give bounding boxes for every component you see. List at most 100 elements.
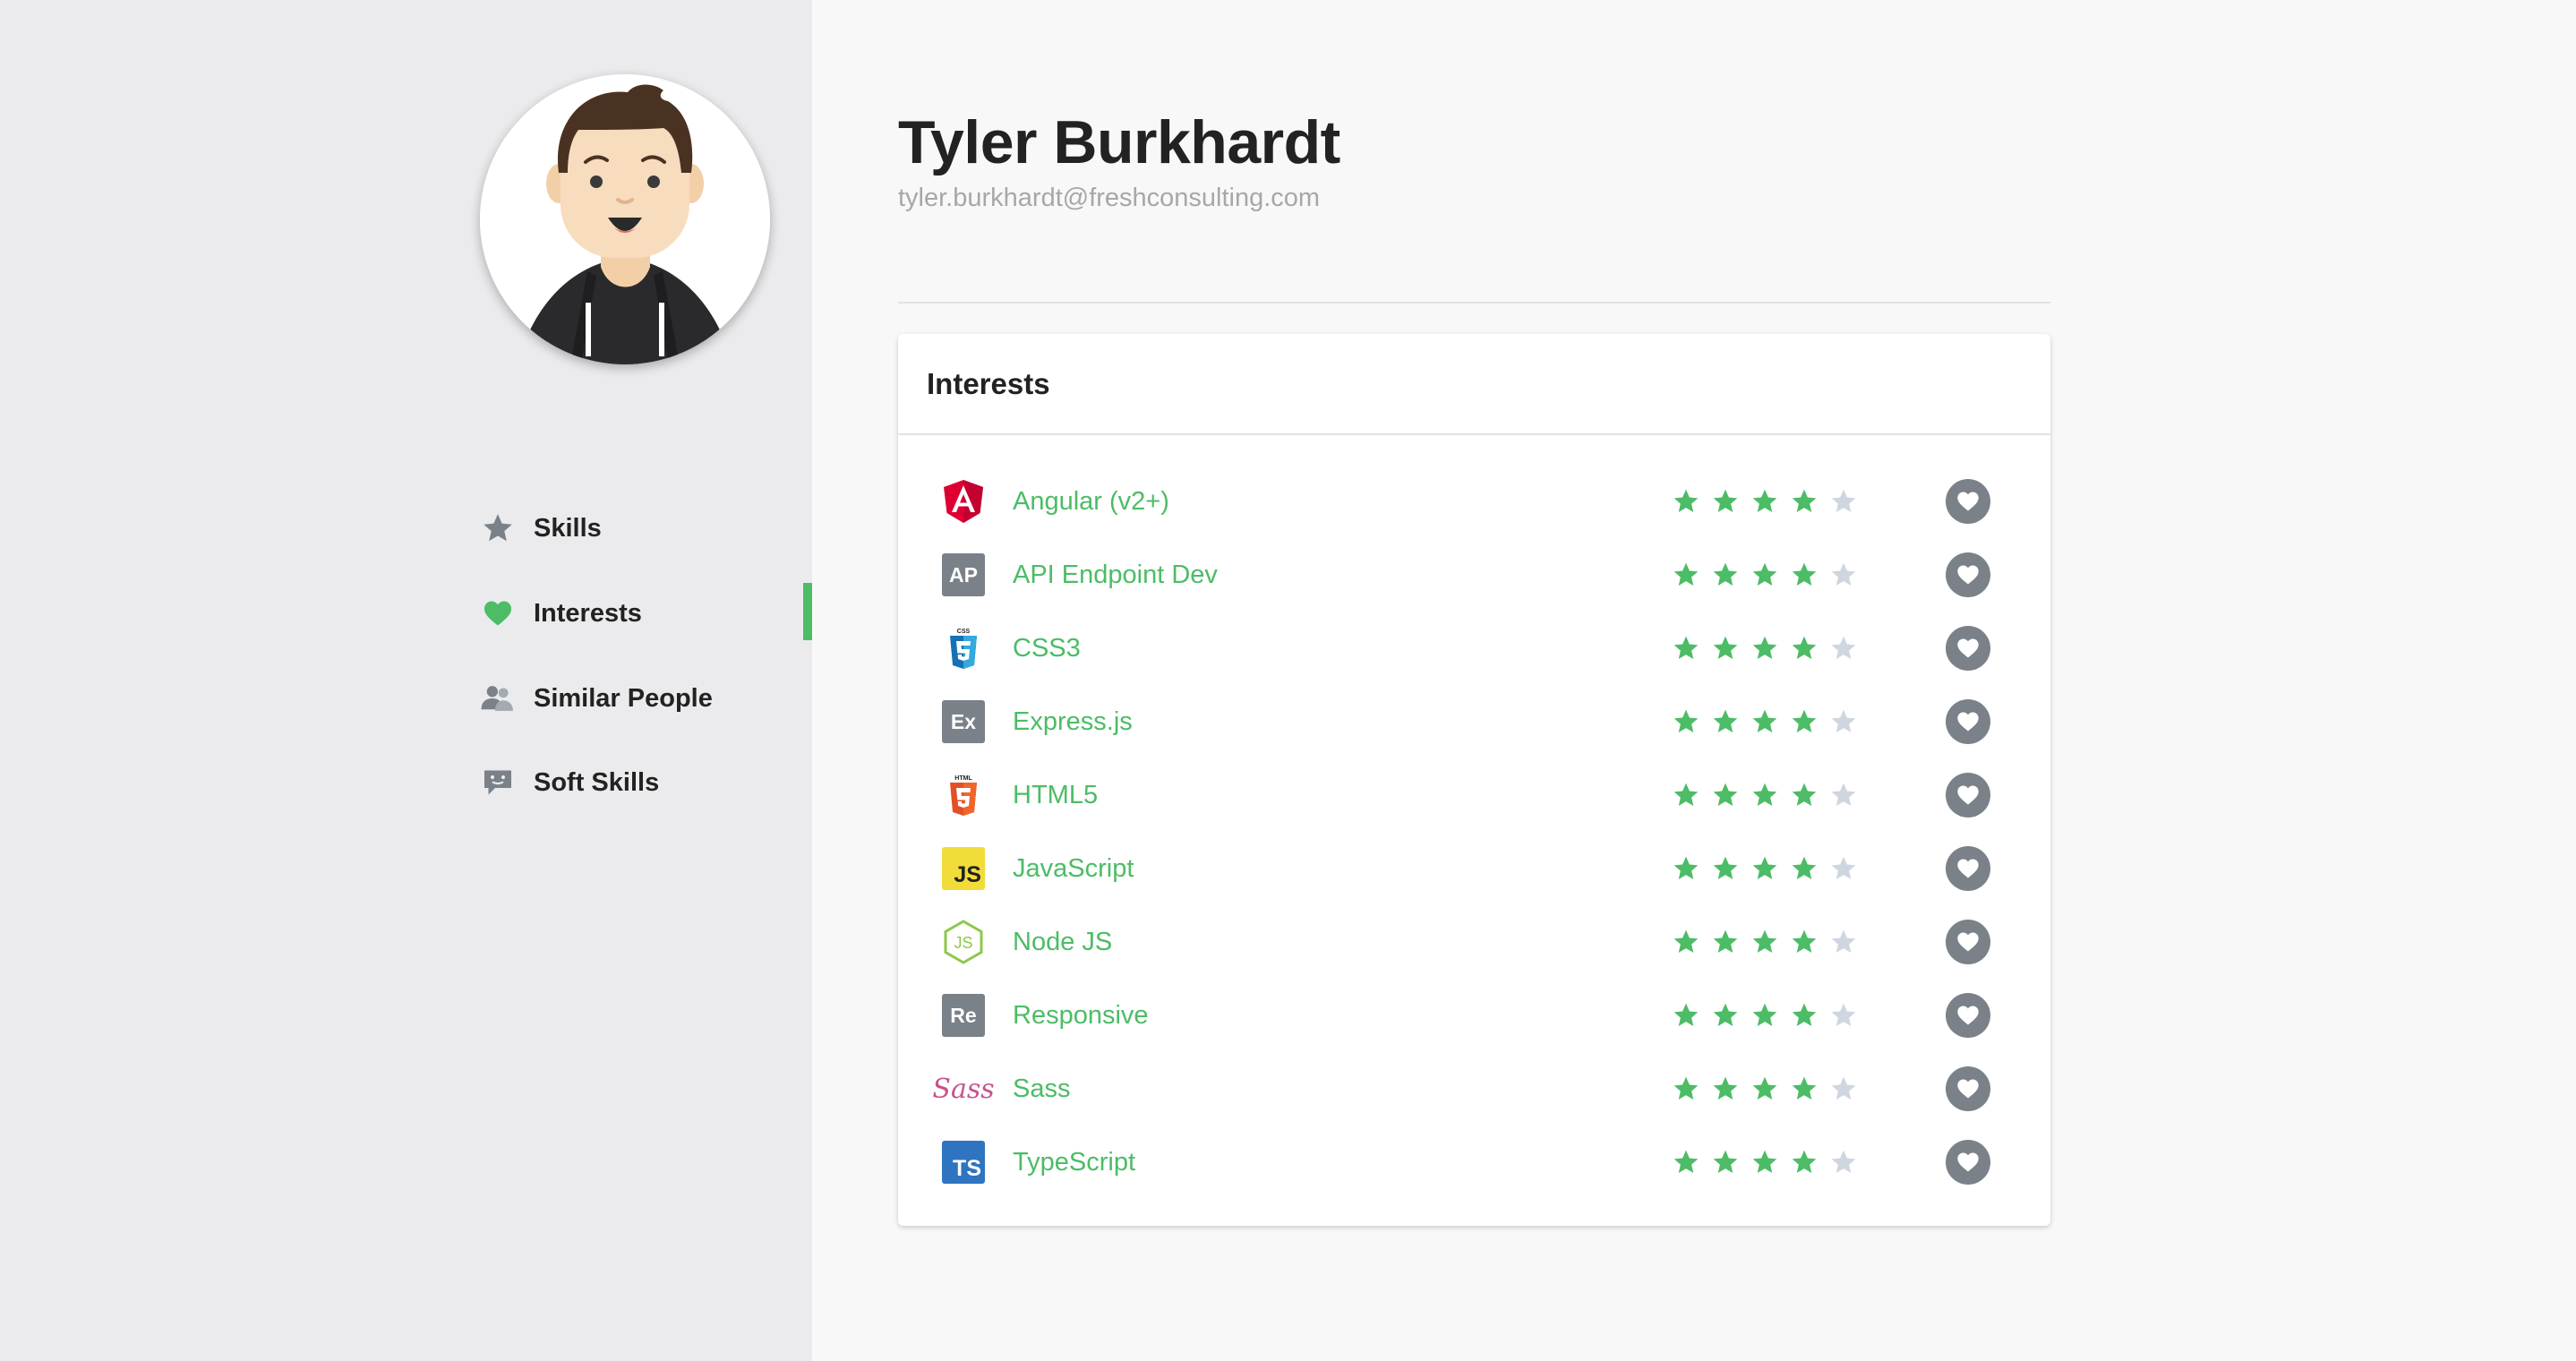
star-empty-icon [1831, 783, 1856, 806]
nav-item-similar-people[interactable]: Similar People [480, 672, 812, 725]
favorite-heart-button[interactable] [1946, 846, 1990, 891]
profile-name: Tyler Burkhardt [898, 108, 1340, 176]
star-filled-icon [1713, 562, 1738, 586]
star-filled-icon [1673, 1076, 1699, 1100]
interest-name[interactable]: TypeScript [1013, 1148, 1135, 1177]
interest-name[interactable]: Responsive [1013, 1001, 1149, 1031]
list-item: TS TypeScript [898, 1126, 2050, 1199]
star-filled-icon [1752, 783, 1777, 806]
star-empty-icon [1831, 1076, 1856, 1100]
star-filled-icon [1752, 562, 1777, 586]
angular-icon [941, 479, 986, 524]
nodejs-icon: JS [941, 920, 986, 964]
rating-stars [1672, 561, 1858, 589]
ap-badge-icon: AP [941, 552, 986, 597]
favorite-heart-button[interactable] [1946, 699, 1990, 744]
star-filled-icon [1713, 709, 1738, 732]
interest-name[interactable]: Express.js [1013, 707, 1133, 737]
interest-name[interactable]: Node JS [1013, 928, 1112, 957]
rating-stars [1672, 487, 1858, 516]
star-filled-icon [1673, 709, 1699, 732]
interest-name[interactable]: Sass [1013, 1074, 1070, 1104]
star-filled-icon [1673, 1150, 1699, 1173]
rating-stars [1672, 781, 1858, 809]
star-empty-icon [1831, 489, 1856, 512]
rating-stars [1672, 1074, 1858, 1103]
interests-card: Interests Angular (v2+) AP API Endpoint … [898, 334, 2050, 1226]
star-filled-icon [1792, 1076, 1817, 1100]
star-filled-icon [1713, 783, 1738, 806]
star-filled-icon [1713, 1076, 1738, 1100]
nav-label: Skills [534, 513, 602, 543]
star-filled-icon [1792, 1003, 1817, 1026]
heart-icon [1957, 492, 1979, 511]
star-filled-icon [1792, 783, 1817, 806]
re-badge-icon: Re [941, 993, 986, 1038]
heart-icon [1957, 1006, 1979, 1025]
css3-icon: CSS [941, 626, 986, 671]
favorite-heart-button[interactable] [1946, 552, 1990, 597]
star-filled-icon [1752, 856, 1777, 879]
favorite-heart-button[interactable] [1946, 1140, 1990, 1185]
rating-stars [1672, 1148, 1858, 1177]
rating-stars [1672, 1001, 1858, 1030]
list-item: Sass Sass [898, 1052, 2050, 1126]
star-filled-icon [1673, 783, 1699, 806]
favorite-heart-button[interactable] [1946, 773, 1990, 817]
rating-stars [1672, 854, 1858, 883]
interest-name[interactable]: Angular (v2+) [1013, 487, 1169, 517]
heart-icon [1957, 785, 1979, 805]
star-filled-icon [1673, 636, 1699, 659]
interests-list: Angular (v2+) AP API Endpoint Dev CSS CS… [898, 435, 2050, 1199]
avatar [480, 74, 770, 364]
nav-label: Similar People [534, 683, 713, 713]
interest-name[interactable]: API Endpoint Dev [1013, 561, 1218, 590]
interest-name[interactable]: JavaScript [1013, 854, 1134, 884]
star-filled-icon [1713, 489, 1738, 512]
heart-icon [1957, 1152, 1979, 1172]
star-filled-icon [1752, 929, 1777, 953]
icon-text: CSS [957, 629, 971, 635]
heart-icon [1957, 932, 1979, 952]
icon-text: JS [954, 934, 972, 952]
favorite-heart-button[interactable] [1946, 993, 1990, 1038]
javascript-icon: JS [941, 846, 986, 891]
nav-item-interests[interactable]: Interests [480, 586, 812, 640]
star-filled-icon [1792, 1150, 1817, 1173]
profile-email: tyler.burkhardt@freshconsulting.com [898, 184, 1321, 212]
star-filled-icon [1673, 489, 1699, 512]
star-filled-icon [1752, 1076, 1777, 1100]
icon-text: HTML [954, 775, 972, 782]
star-filled-icon [1673, 929, 1699, 953]
avatar-illustration [480, 74, 770, 364]
interest-name[interactable]: CSS3 [1013, 634, 1081, 663]
nav-label: Soft Skills [534, 767, 660, 797]
favorite-heart-button[interactable] [1946, 479, 1990, 524]
sidebar: Skills Interests Similar People Soft Ski… [0, 0, 812, 1361]
star-filled-icon [1713, 856, 1738, 879]
star-filled-icon [1752, 1150, 1777, 1173]
icon-text: Sass [932, 1073, 995, 1105]
badge-text: AP [942, 553, 985, 596]
chat-icon [480, 765, 516, 800]
list-item: Angular (v2+) [898, 465, 2050, 538]
heart-icon [1957, 1079, 1979, 1099]
star-filled-icon [1673, 562, 1699, 586]
star-filled-icon [1792, 709, 1817, 732]
star-empty-icon [1831, 856, 1856, 879]
heart-icon [1957, 565, 1979, 585]
nav-item-skills[interactable]: Skills [480, 501, 812, 555]
favorite-heart-button[interactable] [1946, 920, 1990, 964]
star-filled-icon [1713, 636, 1738, 659]
star-filled-icon [1752, 1003, 1777, 1026]
interest-name[interactable]: HTML5 [1013, 781, 1098, 810]
badge-text: Re [942, 994, 985, 1037]
favorite-heart-button[interactable] [1946, 1066, 1990, 1111]
star-empty-icon [1831, 709, 1856, 732]
card-header: Interests [898, 334, 2050, 435]
heart-icon [1957, 712, 1979, 732]
favorite-heart-button[interactable] [1946, 626, 1990, 671]
heart-icon [480, 595, 516, 631]
star-filled-icon [1792, 856, 1817, 879]
nav-item-soft-skills[interactable]: Soft Skills [480, 756, 812, 809]
